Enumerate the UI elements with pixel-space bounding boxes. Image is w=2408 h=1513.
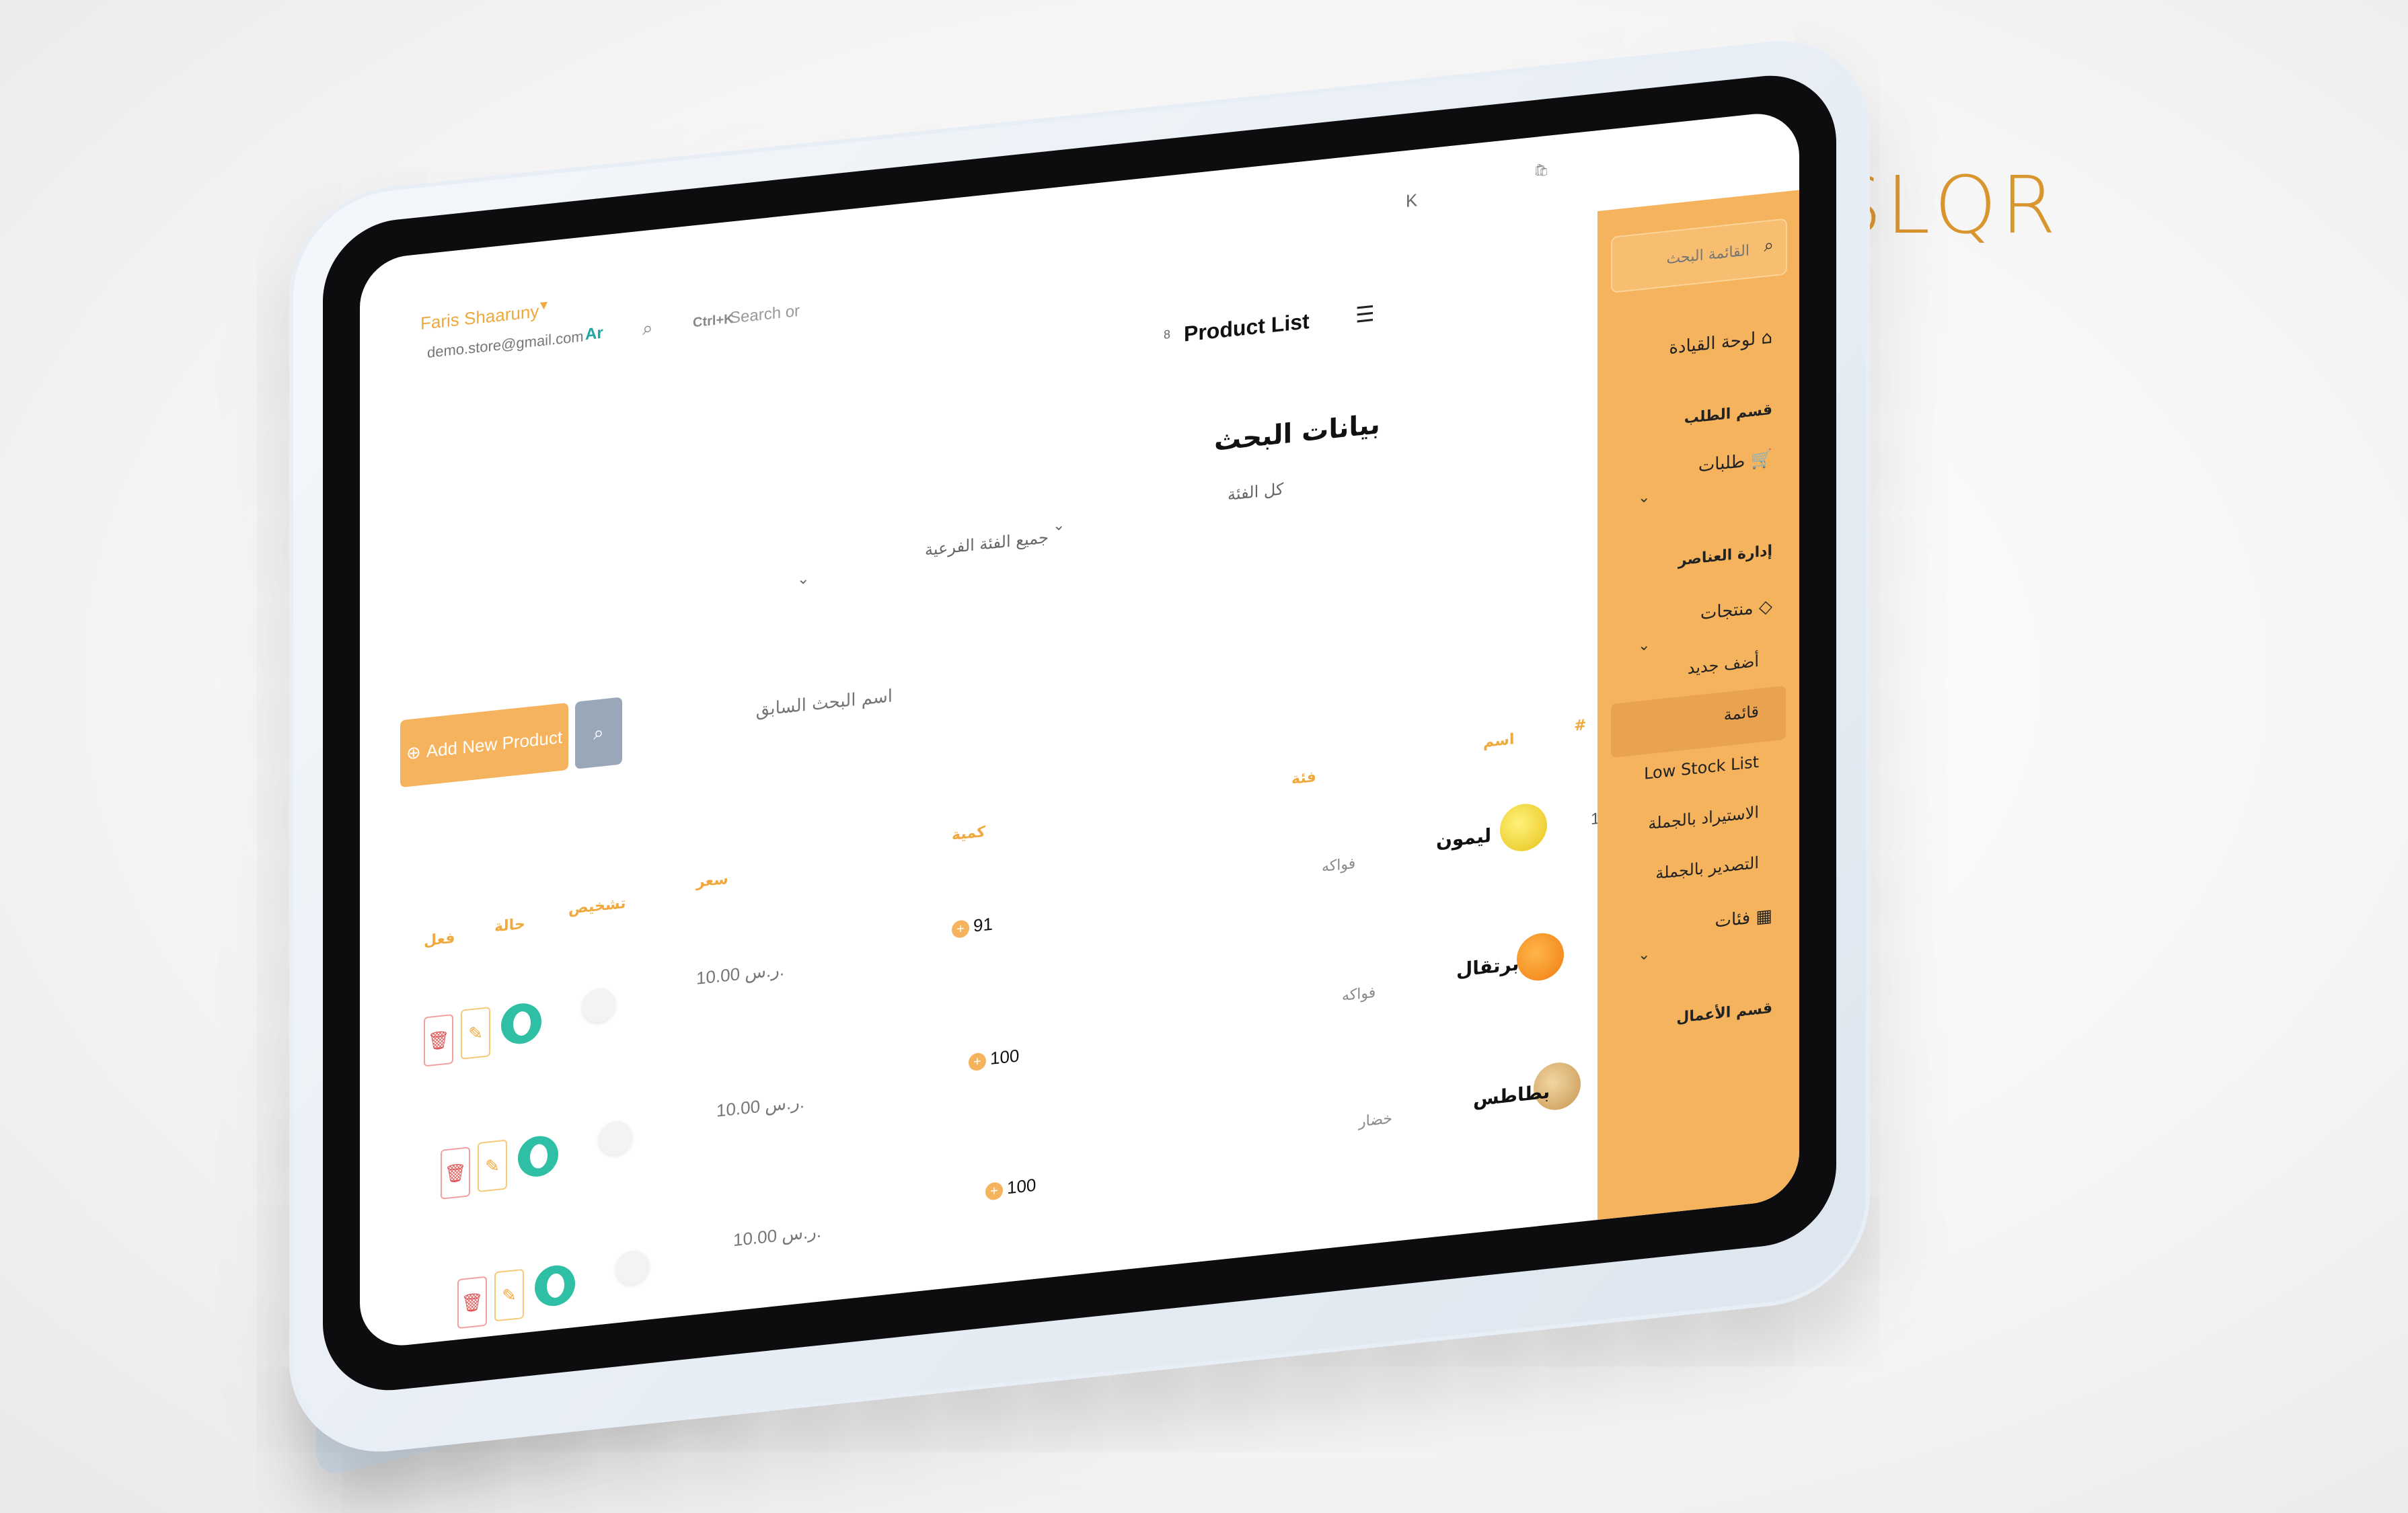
diagnosis-toggle[interactable] xyxy=(615,1249,649,1286)
diagnosis-toggle[interactable] xyxy=(582,986,615,1024)
cart-icon: 🛒 xyxy=(1745,448,1772,472)
col-header-price: سعر xyxy=(696,870,728,891)
trash-icon: 🗑 xyxy=(444,1161,467,1185)
product-price: 10.00 ر.س. xyxy=(696,959,785,988)
product-quantity: +91 xyxy=(952,914,993,939)
edit-button[interactable]: ✎ xyxy=(478,1139,507,1193)
chevron-down-icon[interactable]: ⌄ xyxy=(1053,516,1065,535)
product-quantity: +100 xyxy=(985,1175,1036,1201)
pencil-icon: ✎ xyxy=(468,1022,483,1044)
language-switcher[interactable]: Ar xyxy=(585,323,603,344)
product-category: فواكه xyxy=(1342,984,1376,1005)
product-name: ليمون xyxy=(1436,824,1492,853)
pencil-icon: ✎ xyxy=(502,1284,517,1307)
sidebar-item-products[interactable]: ◇ منتجات xyxy=(1700,596,1772,624)
plus-icon: ⊕ xyxy=(406,741,421,763)
sidebar-item-orders[interactable]: 🛒 طلبات xyxy=(1698,449,1772,477)
product-quantity: +100 xyxy=(969,1045,1019,1072)
home-icon: ⌂ xyxy=(1756,327,1772,350)
tablet-screen: Faris Shaaruny ▾ demo.store@gmail.com Ar… xyxy=(360,109,1799,1350)
status-toggle[interactable] xyxy=(501,1001,541,1046)
col-header-name: اسم xyxy=(1483,731,1515,751)
sidebar: ⌕ ⌂ لوحة القيادة قسم الطلب 🛒 طلبات ⌄ إدا… xyxy=(1597,190,1799,1220)
product-name: برتقال xyxy=(1456,952,1519,982)
trash-icon: 🗑 xyxy=(427,1029,450,1052)
chevron-down-icon[interactable]: ⌄ xyxy=(1638,945,1650,964)
search-button[interactable]: ⌕ xyxy=(575,697,622,769)
quantity-plus-icon[interactable]: + xyxy=(985,1181,1003,1201)
col-header-status: حالة xyxy=(494,915,525,936)
notification-icon[interactable]: 🛍 xyxy=(1534,163,1549,178)
edit-button[interactable]: ✎ xyxy=(494,1268,524,1322)
search-shortcut: Ctrl+K xyxy=(693,311,734,331)
delete-button[interactable]: 🗑 xyxy=(441,1147,470,1200)
trash-icon: 🗑 xyxy=(461,1291,484,1314)
product-category: فواكه xyxy=(1322,855,1356,876)
add-new-product-label: Add New Product xyxy=(426,726,563,761)
name-search-input[interactable] xyxy=(676,675,894,740)
category-filter[interactable]: كل الفئة xyxy=(1228,479,1283,504)
product-price: 10.00 ر.س. xyxy=(716,1091,805,1121)
diagnosis-toggle[interactable] xyxy=(599,1119,632,1157)
sidebar-subitem-list[interactable]: قائمة xyxy=(1724,702,1759,724)
page-title: Product List xyxy=(1184,309,1310,346)
product-price: 10.00 ر.س. xyxy=(733,1220,822,1251)
product-image-lemon xyxy=(1500,801,1547,854)
section-title: بيانات البحث xyxy=(1214,409,1380,457)
col-header-num: # xyxy=(1574,716,1587,735)
sidebar-search-input[interactable] xyxy=(1620,234,1751,280)
grid-icon: ▦ xyxy=(1750,905,1772,929)
search-icon: ⌕ xyxy=(1764,234,1774,256)
delete-button[interactable]: 🗑 xyxy=(424,1013,453,1067)
subcategory-filter[interactable]: جميع الفئة الفرعية xyxy=(925,528,1049,559)
sidebar-group-orders: قسم الطلب xyxy=(1684,401,1772,428)
status-toggle[interactable] xyxy=(518,1134,558,1179)
chevron-down-icon[interactable]: ⌄ xyxy=(797,570,809,588)
user-email: demo.store@gmail.com xyxy=(427,327,584,361)
sidebar-item-categories[interactable]: ▦ فئات xyxy=(1715,906,1772,932)
sidebar-search[interactable]: ⌕ xyxy=(1611,218,1787,293)
add-new-product-button[interactable]: ⊕ Add New Product xyxy=(400,702,568,788)
edit-button[interactable]: ✎ xyxy=(461,1007,490,1060)
product-count-badge: 8 xyxy=(1164,327,1171,342)
chevron-down-icon[interactable]: ⌄ xyxy=(1638,488,1650,507)
chevron-down-icon[interactable]: ⌄ xyxy=(1638,636,1650,655)
col-header-category: فئة xyxy=(1291,769,1316,788)
collapse-sidebar-button[interactable]: K xyxy=(1406,190,1417,212)
global-search-placeholder[interactable]: Search or xyxy=(730,302,800,328)
filter-list-icon: ☰ xyxy=(1355,301,1375,327)
sidebar-subitem-bulk-export[interactable]: التصدير بالجملة xyxy=(1655,853,1759,883)
sidebar-group-items: إدارة العناصر xyxy=(1678,542,1772,570)
delete-button[interactable]: 🗑 xyxy=(457,1276,487,1329)
chevron-down-icon[interactable]: ▾ xyxy=(540,296,548,314)
product-category: خضار xyxy=(1359,1110,1393,1131)
sidebar-subitem-bulk-import[interactable]: الاستيراد بالجملة xyxy=(1648,803,1759,833)
quantity-plus-icon[interactable]: + xyxy=(952,919,969,939)
sidebar-subitem-add-new[interactable]: أضف جديد xyxy=(1688,652,1759,678)
user-name[interactable]: Faris Shaaruny xyxy=(420,301,539,334)
tag-icon: ◇ xyxy=(1753,596,1772,619)
product-name: بطاطس xyxy=(1473,1080,1550,1111)
sidebar-group-business: قسم الأعمال xyxy=(1676,999,1772,1027)
sidebar-subitem-low-stock[interactable]: Low Stock List xyxy=(1644,752,1759,783)
search-icon[interactable]: ⌕ xyxy=(642,317,653,341)
sidebar-active-highlight xyxy=(1611,685,1786,758)
search-icon: ⌕ xyxy=(593,722,604,744)
status-toggle[interactable] xyxy=(535,1263,575,1309)
col-header-diagnosis: تشخيص xyxy=(568,894,626,918)
pencil-icon: ✎ xyxy=(485,1155,500,1177)
product-image-orange xyxy=(1517,931,1564,983)
col-header-quantity: كمية xyxy=(952,823,985,844)
col-header-action: فعل xyxy=(424,929,455,950)
sidebar-item-dashboard[interactable]: ⌂ لوحة القيادة xyxy=(1669,327,1772,358)
quantity-plus-icon[interactable]: + xyxy=(969,1052,986,1072)
